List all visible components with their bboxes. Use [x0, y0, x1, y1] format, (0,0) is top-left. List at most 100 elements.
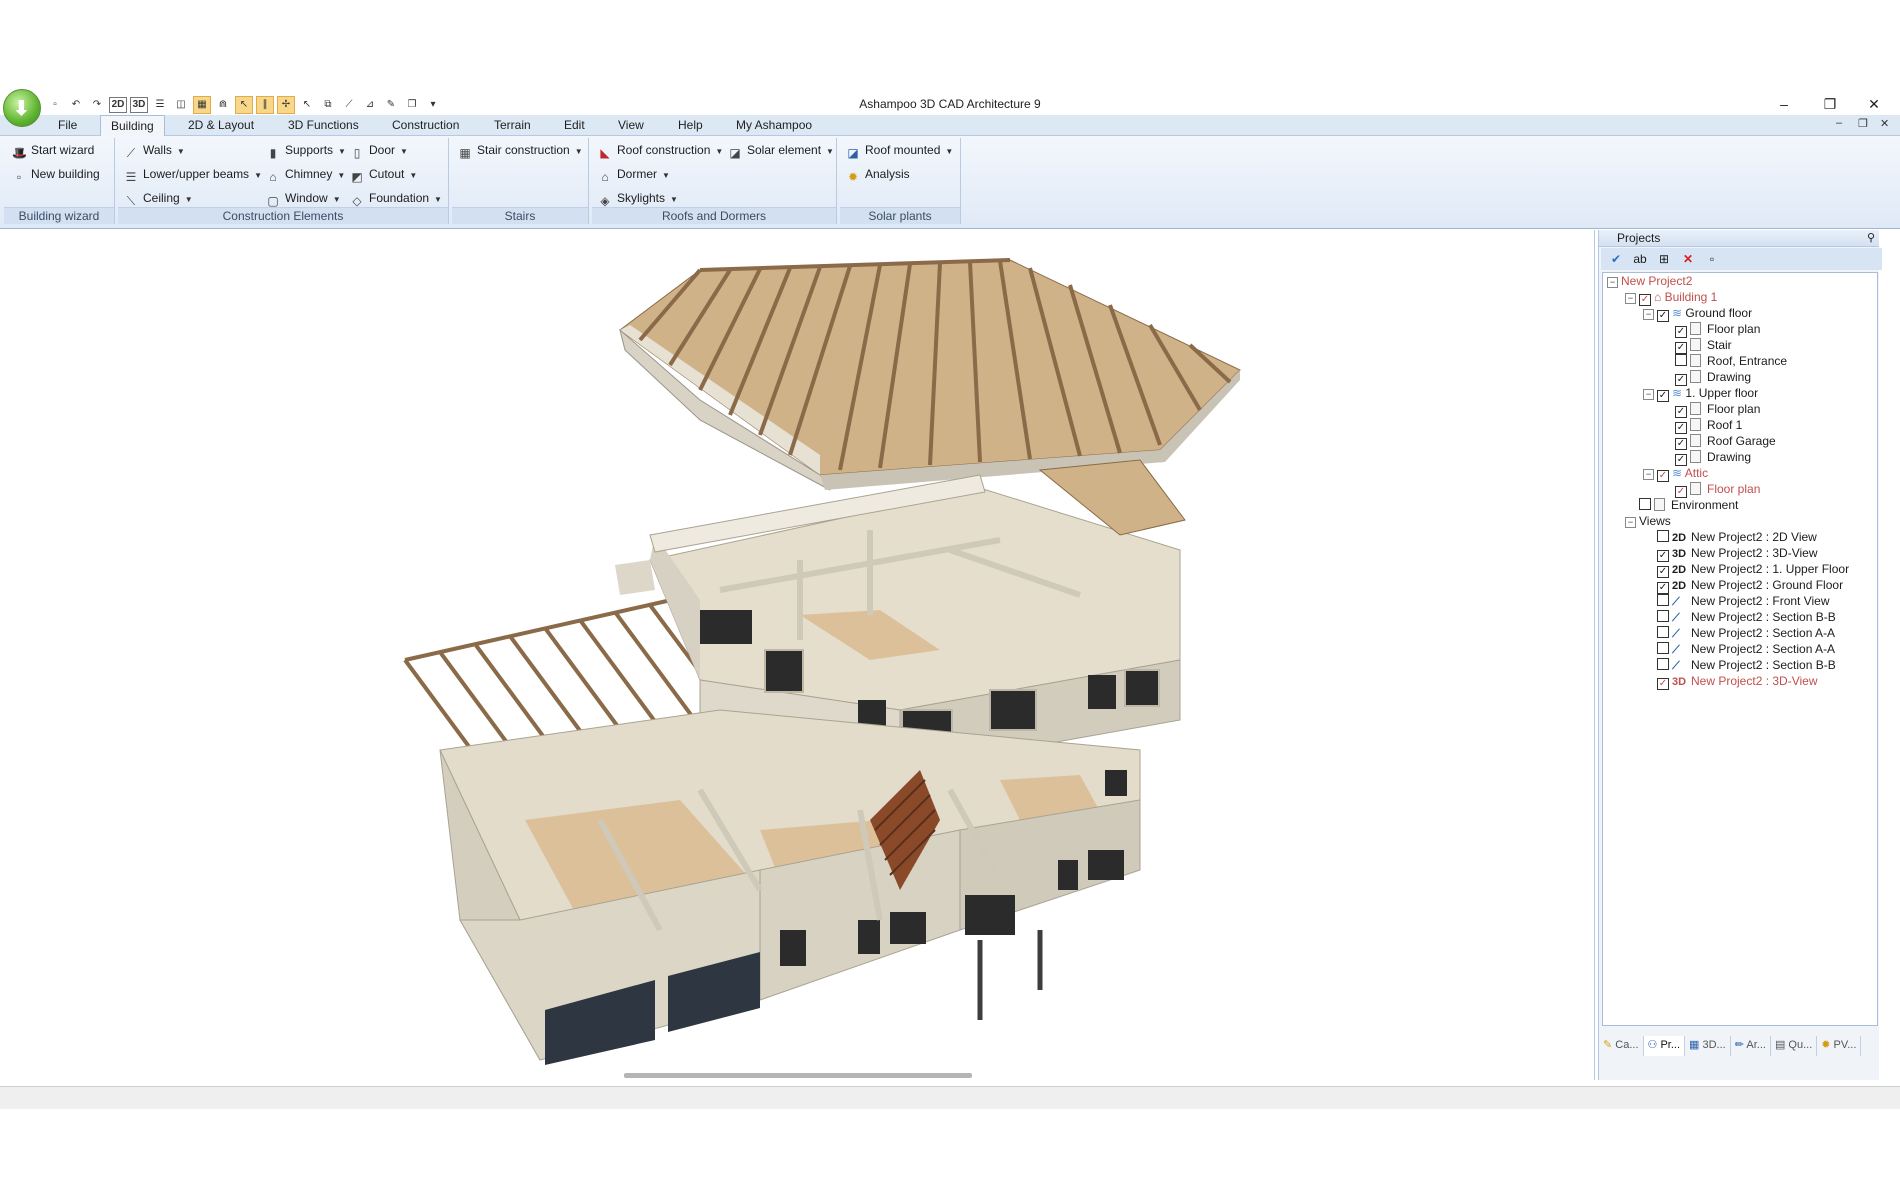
maximize-button[interactable]: ❐: [1808, 93, 1852, 115]
tree-environment[interactable]: Environment: [1639, 497, 1738, 513]
close-button[interactable]: ✕: [1852, 93, 1896, 115]
tree-attic[interactable]: ✓ ≋ Attic: [1657, 465, 1708, 482]
tree-ground-floor[interactable]: ✓ ≋ Ground floor: [1657, 305, 1752, 322]
door-button[interactable]: ▯ Door ▼: [350, 140, 408, 160]
tree-item[interactable]: ✓ Drawing: [1675, 369, 1751, 386]
ceiling-button[interactable]: ⟍ Ceiling ▼: [124, 188, 193, 208]
checkbox[interactable]: ✓: [1657, 390, 1669, 402]
tab-edit[interactable]: Edit: [554, 117, 595, 133]
tab-help[interactable]: Help: [668, 117, 713, 133]
checkbox[interactable]: [1657, 610, 1669, 622]
collapse-icon[interactable]: −: [1607, 277, 1618, 288]
tree-upper-floor[interactable]: ✓ ≋ 1. Upper floor: [1657, 385, 1758, 402]
checkbox[interactable]: ✓: [1657, 470, 1669, 482]
collapse-icon[interactable]: −: [1643, 389, 1654, 400]
tree-item[interactable]: ✓ Roof 1: [1675, 417, 1742, 434]
section-line-icon: ⟋: [1672, 660, 1680, 672]
tab-3d[interactable]: ▦ 3D...: [1685, 1036, 1731, 1056]
pin-icon[interactable]: ⚲: [1867, 230, 1875, 246]
checkbox[interactable]: [1657, 658, 1669, 670]
mdi-close-button[interactable]: ✕: [1880, 117, 1889, 130]
checkbox[interactable]: ✓: [1657, 310, 1669, 322]
app-logo-icon[interactable]: ⬇: [3, 89, 41, 127]
tab-projects[interactable]: ⚇ Pr...: [1643, 1036, 1686, 1056]
tree-item[interactable]: ✓ Floor plan: [1675, 401, 1760, 418]
tab-3d-functions[interactable]: 3D Functions: [278, 117, 369, 133]
mdi-minimize-button[interactable]: –: [1836, 117, 1842, 129]
walls-button[interactable]: ⟋ Walls ▼: [124, 140, 185, 160]
delete-icon[interactable]: ✕: [1679, 251, 1697, 267]
tree-item[interactable]: Roof, Entrance: [1675, 353, 1787, 369]
stair-construction-button[interactable]: ▦ Stair construction ▼: [458, 140, 582, 160]
tree-view-item[interactable]: 2D New Project2 : 2D View: [1657, 529, 1817, 545]
checkbox[interactable]: [1639, 498, 1651, 510]
tree-view-item[interactable]: ⟋ New Project2 : Front View: [1657, 593, 1830, 609]
chimney-button[interactable]: ⌂ Chimney ▼: [266, 164, 345, 184]
tab-terrain[interactable]: Terrain: [484, 117, 541, 133]
3d-house-model[interactable]: [0, 230, 1594, 1080]
checkbox[interactable]: [1657, 642, 1669, 654]
tab-catalog[interactable]: ✎ Ca...: [1599, 1036, 1644, 1056]
start-wizard-button[interactable]: 🎩 Start wizard: [12, 140, 94, 160]
supports-button[interactable]: ▮ Supports ▼: [266, 140, 346, 160]
properties-icon[interactable]: ⊞: [1655, 251, 1673, 267]
tab-view[interactable]: View: [608, 117, 654, 133]
checkbox[interactable]: [1675, 354, 1687, 366]
floor-icon: ≋: [1672, 466, 1685, 480]
new-building-button[interactable]: ▫ New building: [12, 164, 100, 184]
tab-pv[interactable]: ✹ PV...: [1817, 1036, 1862, 1056]
foundation-button[interactable]: ◇ Foundation ▼: [350, 188, 442, 208]
tree-view-item[interactable]: ✓ 3D New Project2 : 3D-View: [1657, 673, 1818, 690]
tree-view-item[interactable]: ⟋ New Project2 : Section B-B: [1657, 657, 1836, 673]
tab-2d-layout[interactable]: 2D & Layout: [178, 117, 264, 133]
dormer-button[interactable]: ⌂ Dormer ▼: [598, 164, 670, 184]
tree-item[interactable]: ✓ Roof Garage: [1675, 433, 1776, 450]
tab-construction[interactable]: Construction: [382, 117, 469, 133]
tree-item[interactable]: ✓ Drawing: [1675, 449, 1751, 466]
window-button[interactable]: ▢ Window ▼: [266, 188, 340, 208]
window-title: Ashampoo 3D CAD Architecture 9: [859, 97, 1041, 111]
tree-project[interactable]: New Project2: [1621, 273, 1692, 289]
collapse-icon[interactable]: −: [1643, 469, 1654, 480]
tree-view-item[interactable]: ⟋ New Project2 : Section B-B: [1657, 609, 1836, 625]
new-item-icon[interactable]: ▫: [1703, 251, 1721, 267]
skylights-button[interactable]: ◈ Skylights ▼: [598, 188, 678, 208]
collapse-icon[interactable]: −: [1643, 309, 1654, 320]
view-label: New Project2 : Ground Floor: [1691, 578, 1844, 592]
tab-building[interactable]: Building: [100, 115, 165, 138]
roof-construction-button[interactable]: ◣ Roof construction ▼: [598, 140, 723, 160]
tree-view-item[interactable]: ⟋ New Project2 : Section A-A: [1657, 641, 1835, 657]
tree-view-item[interactable]: ✓ 2D New Project2 : 1. Upper Floor: [1657, 561, 1849, 578]
tab-file[interactable]: File: [48, 117, 87, 133]
mdi-restore-button[interactable]: ❐: [1858, 117, 1868, 130]
tab-architecture[interactable]: ✏ Ar...: [1731, 1036, 1771, 1056]
checkbox[interactable]: [1657, 626, 1669, 638]
collapse-icon[interactable]: −: [1625, 293, 1636, 304]
tree-view-item[interactable]: ✓ 2D New Project2 : Ground Floor: [1657, 577, 1844, 594]
tree-item[interactable]: ✓ Floor plan: [1675, 481, 1760, 498]
collapse-icon[interactable]: −: [1625, 517, 1636, 528]
minimize-button[interactable]: –: [1762, 93, 1806, 115]
analysis-button[interactable]: ✹ Analysis: [846, 164, 910, 184]
lower-upper-beams-button[interactable]: ☰ Lower/upper beams ▼: [124, 164, 262, 184]
checkbox[interactable]: [1657, 594, 1669, 606]
tree-building[interactable]: ✓ ⌂ Building 1: [1639, 289, 1717, 306]
roof-icon: ◣: [600, 146, 610, 160]
checkbox[interactable]: [1657, 530, 1669, 542]
cutout-button[interactable]: ◩ Cutout ▼: [350, 164, 417, 184]
tree-views[interactable]: Views: [1639, 513, 1671, 529]
3d-viewport[interactable]: [0, 230, 1595, 1080]
rename-icon[interactable]: ab: [1631, 251, 1649, 267]
tab-my-ashampoo[interactable]: My Ashampoo: [726, 117, 822, 133]
tree-item[interactable]: ✓ Floor plan: [1675, 321, 1760, 338]
checkmark-icon[interactable]: ✔: [1607, 251, 1625, 267]
checkbox[interactable]: ✓: [1639, 294, 1651, 306]
tab-quantities[interactable]: ▤ Qu...: [1771, 1036, 1818, 1056]
checkbox[interactable]: ✓: [1657, 678, 1669, 690]
tree-view-item[interactable]: ✓ 3D New Project2 : 3D-View: [1657, 545, 1818, 562]
horizontal-scrollbar[interactable]: [624, 1073, 972, 1078]
tree-view-item[interactable]: ⟋ New Project2 : Section A-A: [1657, 625, 1835, 641]
roof-mounted-button[interactable]: ◪ Roof mounted ▼: [846, 140, 953, 160]
solar-element-button[interactable]: ◪ Solar element ▼: [728, 140, 834, 160]
tree-item[interactable]: ✓ Stair: [1675, 337, 1732, 354]
